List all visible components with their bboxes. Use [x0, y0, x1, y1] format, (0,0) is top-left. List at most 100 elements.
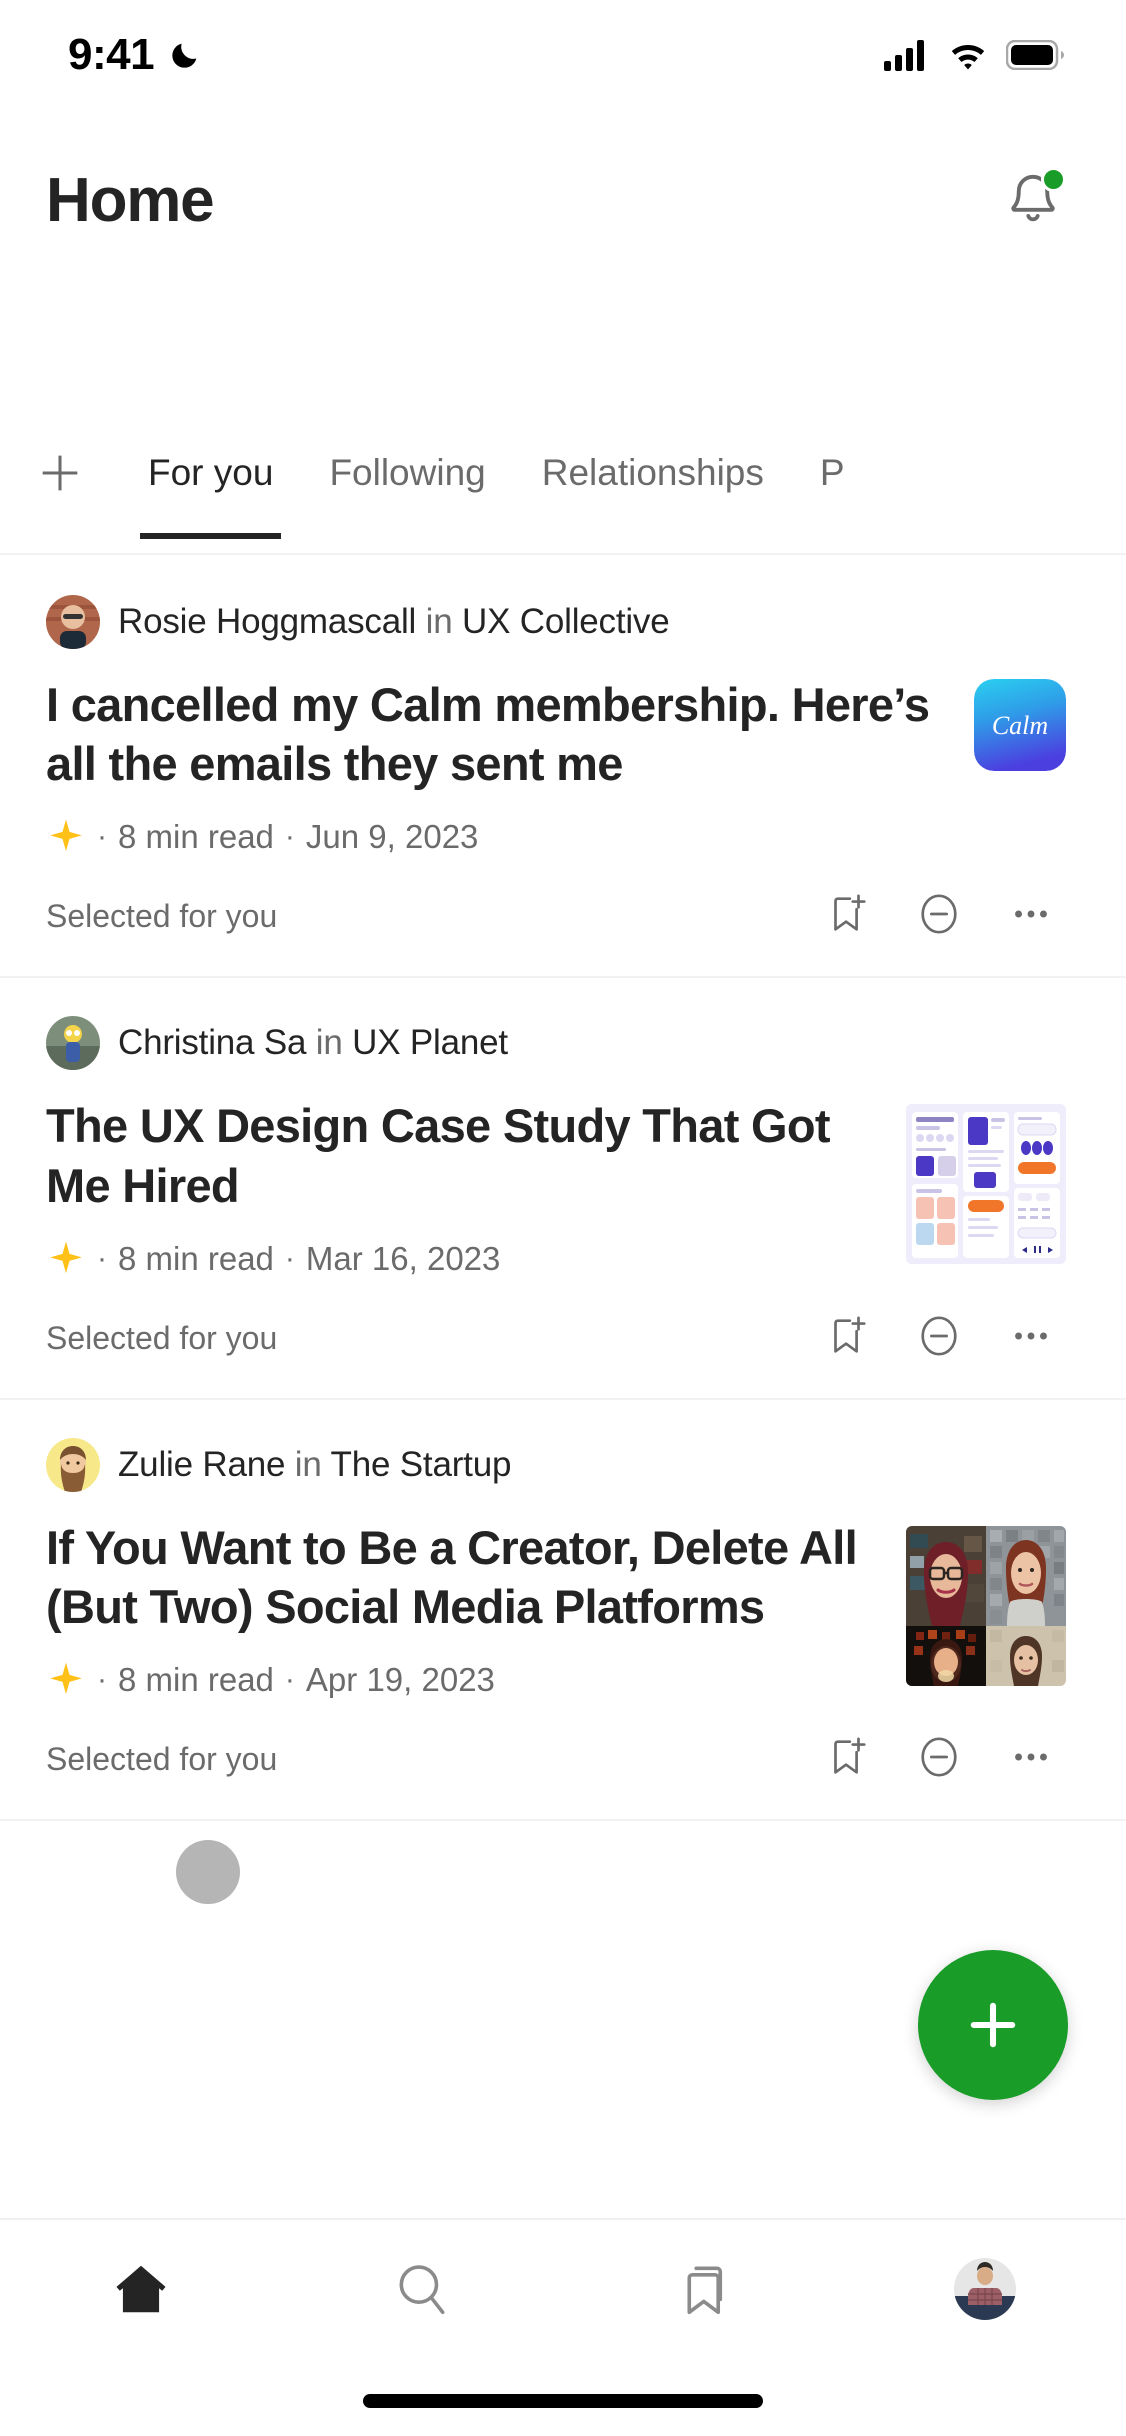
article-card[interactable]: Rosie Hoggmascall in UX Collective I can… [0, 557, 1126, 979]
publication-name: The Startup [330, 1444, 512, 1484]
add-tab-button[interactable] [0, 425, 120, 521]
article-meta: · 8 min read · Apr 19, 2023 [46, 1660, 872, 1700]
article-meta: · 8 min read · Mar 16, 2023 [46, 1239, 872, 1279]
touch-indicator [176, 1840, 240, 1904]
wifi-icon [951, 45, 985, 70]
byline-text: Rosie Hoggmascall in UX Collective [118, 602, 670, 642]
publish-date: Jun 9, 2023 [305, 818, 479, 856]
publish-date: Mar 16, 2023 [305, 1239, 501, 1277]
star-icon [46, 1239, 86, 1279]
author-avatar [46, 1016, 100, 1071]
article-thumbnail[interactable] [906, 1525, 1066, 1686]
home-icon [116, 2265, 166, 2313]
article-byline[interactable]: Christina Sa in UX Planet [46, 1016, 1066, 1071]
bottom-navigation[interactable] [0, 2218, 1126, 2358]
tab-for-you[interactable]: For you [120, 425, 301, 539]
article-card[interactable]: Christina Sa in UX Planet The UX Design … [0, 978, 1126, 1400]
article-footer: Selected for you [46, 891, 1066, 942]
star-icon [46, 1660, 86, 1700]
status-time: 9:41 [68, 30, 155, 79]
star-icon [46, 817, 86, 857]
more-options-icon[interactable] [1008, 1313, 1054, 1364]
search-icon [399, 2265, 445, 2315]
article-body: The UX Design Case Study That Got Me Hir… [46, 1096, 1066, 1278]
meta-separator: · [97, 820, 107, 854]
tab-label: For you [148, 452, 274, 493]
status-bar: 9:41 [0, 0, 1126, 110]
author-avatar [46, 1437, 100, 1492]
tab-label: Relationships [541, 452, 764, 493]
more-options-icon[interactable] [1008, 891, 1054, 942]
show-less-icon[interactable] [916, 1313, 962, 1364]
article-thumbnail[interactable]: Calm [974, 679, 1066, 771]
notifications-button[interactable] [1002, 167, 1066, 231]
read-time: 8 min read [118, 818, 274, 856]
publication-name: UX Collective [462, 602, 670, 641]
byline-in: in [315, 1023, 343, 1063]
article-actions [824, 1734, 1066, 1785]
article-footer: Selected for you [46, 1313, 1066, 1364]
article-main: If You Want to Be a Creator, Delete All … [46, 1518, 872, 1700]
cellular-signal-icon [884, 40, 924, 71]
article-byline[interactable]: Zulie Rane in The Startup [46, 1437, 1066, 1492]
recommendation-reason: Selected for you [46, 898, 278, 935]
article-thumbnail[interactable] [906, 1104, 1066, 1265]
publish-date: Apr 19, 2023 [305, 1661, 495, 1699]
recommendation-reason: Selected for you [46, 1319, 278, 1356]
nav-library[interactable] [644, 2234, 764, 2344]
article-card[interactable]: Zulie Rane in The Startup If You Want to… [0, 1400, 1126, 1822]
publication-name: UX Planet [352, 1023, 508, 1063]
tab-relationships[interactable]: Relationships [514, 425, 792, 521]
bookmark-add-icon[interactable] [824, 1313, 870, 1364]
battery-full-icon [1006, 40, 1064, 70]
meta-separator: · [284, 1663, 295, 1697]
page-title: Home [46, 165, 215, 235]
bookmark-add-icon[interactable] [824, 891, 870, 942]
page-header: Home [0, 140, 1126, 260]
nav-profile[interactable] [925, 2234, 1045, 2344]
status-bar-left: 9:41 [68, 30, 202, 80]
more-options-icon[interactable] [1008, 1734, 1054, 1785]
byline-in: in [425, 602, 453, 641]
show-less-icon[interactable] [916, 1734, 962, 1785]
bookmark-icon [687, 2266, 722, 2315]
read-time: 8 min read [118, 1661, 274, 1699]
profile-avatar [954, 2258, 1017, 2320]
write-story-fab[interactable] [918, 1950, 1068, 2100]
tab-partial[interactable]: P [792, 425, 873, 521]
read-time: 8 min read [118, 1239, 274, 1277]
article-byline[interactable]: Rosie Hoggmascall in UX Collective [46, 595, 1066, 649]
article-feed: Rosie Hoggmascall in UX Collective I can… [0, 557, 1126, 1822]
meta-separator: · [284, 1241, 295, 1275]
plus-icon [42, 455, 78, 491]
bookmark-add-icon[interactable] [824, 1734, 870, 1785]
byline-in: in [294, 1444, 322, 1484]
author-avatar [46, 595, 100, 649]
plus-icon [970, 2002, 1016, 2048]
article-actions [824, 1313, 1066, 1364]
article-title[interactable]: If You Want to Be a Creator, Delete All … [46, 1518, 872, 1636]
show-less-icon[interactable] [916, 891, 962, 942]
article-meta: · 8 min read · Jun 9, 2023 [46, 817, 940, 857]
calm-wordmark: Calm [992, 711, 1048, 740]
meta-separator: · [97, 1663, 107, 1697]
author-name: Rosie Hoggmascall [118, 602, 417, 641]
meta-separator: · [97, 1241, 107, 1275]
article-title[interactable]: The UX Design Case Study That Got Me Hir… [46, 1096, 872, 1214]
recommendation-reason: Selected for you [46, 1741, 278, 1778]
nav-search[interactable] [362, 2234, 482, 2344]
feed-tabs[interactable]: For you Following Relationships P [0, 425, 1126, 555]
byline-text: Christina Sa in UX Planet [118, 1023, 508, 1063]
byline-text: Zulie Rane in The Startup [118, 1445, 511, 1485]
author-name: Zulie Rane [118, 1444, 286, 1484]
article-actions [824, 891, 1066, 942]
article-main: I cancelled my Calm membership. Here’s a… [46, 675, 940, 857]
article-footer: Selected for you [46, 1734, 1066, 1785]
tab-following[interactable]: Following [301, 425, 513, 521]
author-name: Christina Sa [118, 1023, 307, 1063]
notification-badge [1041, 167, 1066, 192]
moon-icon [172, 43, 197, 68]
article-title[interactable]: I cancelled my Calm membership. Here’s a… [46, 675, 940, 793]
nav-home[interactable] [81, 2234, 201, 2344]
phone-screen: 9:41 Home For you Following Relationship… [0, 0, 1126, 2436]
